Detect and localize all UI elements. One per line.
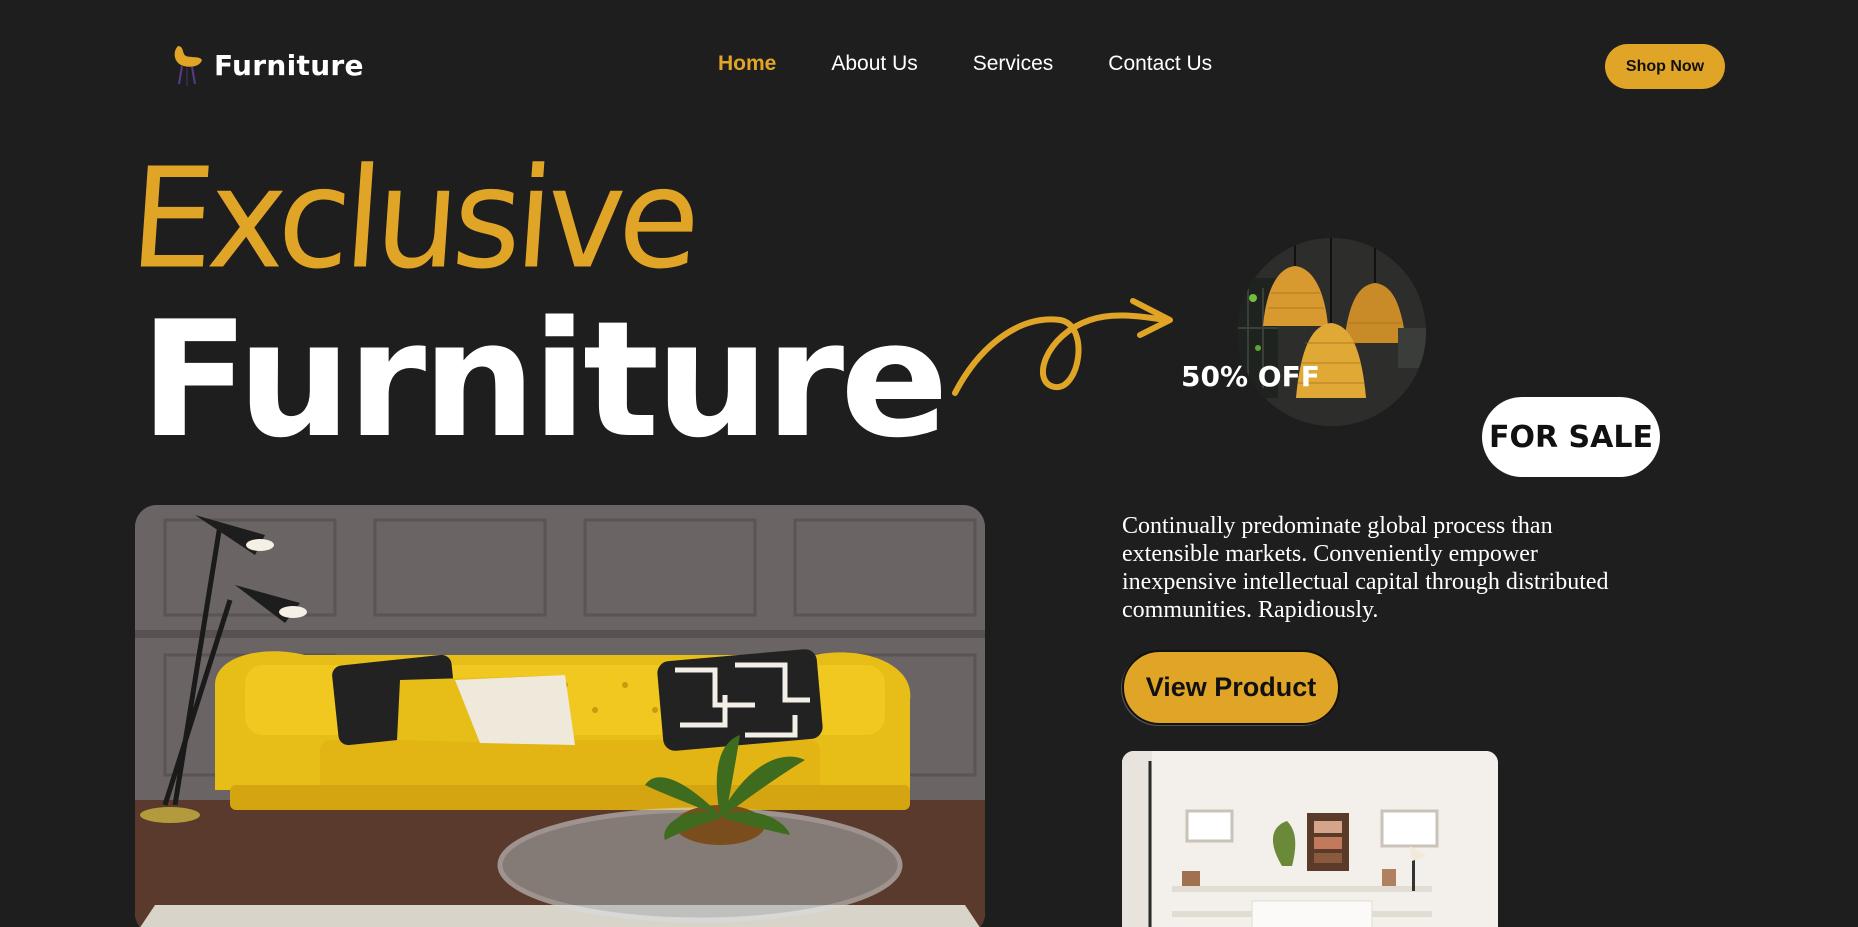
hero-description: Continually predominate global process t… [1122,513,1609,623]
hero-title-bottom: Furniture [140,286,949,473]
main-nav: Home About Us Services Contact Us [718,52,1212,76]
shop-now-button[interactable]: Shop Now [1605,44,1725,89]
chair-icon [170,42,206,88]
curly-arrow-icon [952,298,1173,396]
pendant-lamps-image [1238,238,1426,426]
hero-title-top: Exclusive [125,138,700,301]
view-product-button[interactable]: View Product [1122,650,1340,725]
nav-about-us[interactable]: About Us [831,52,917,76]
nav-services[interactable]: Services [973,52,1054,76]
discount-label: 50% OFF [1181,360,1320,393]
living-room-image [1122,751,1498,927]
yellow-sofa-image [135,505,985,927]
brand-logo[interactable]: Furniture [170,42,364,88]
nav-contact-us[interactable]: Contact Us [1108,52,1212,76]
nav-home[interactable]: Home [718,52,776,76]
for-sale-badge: FOR SALE [1482,397,1660,477]
brand-name: Furniture [214,48,364,82]
